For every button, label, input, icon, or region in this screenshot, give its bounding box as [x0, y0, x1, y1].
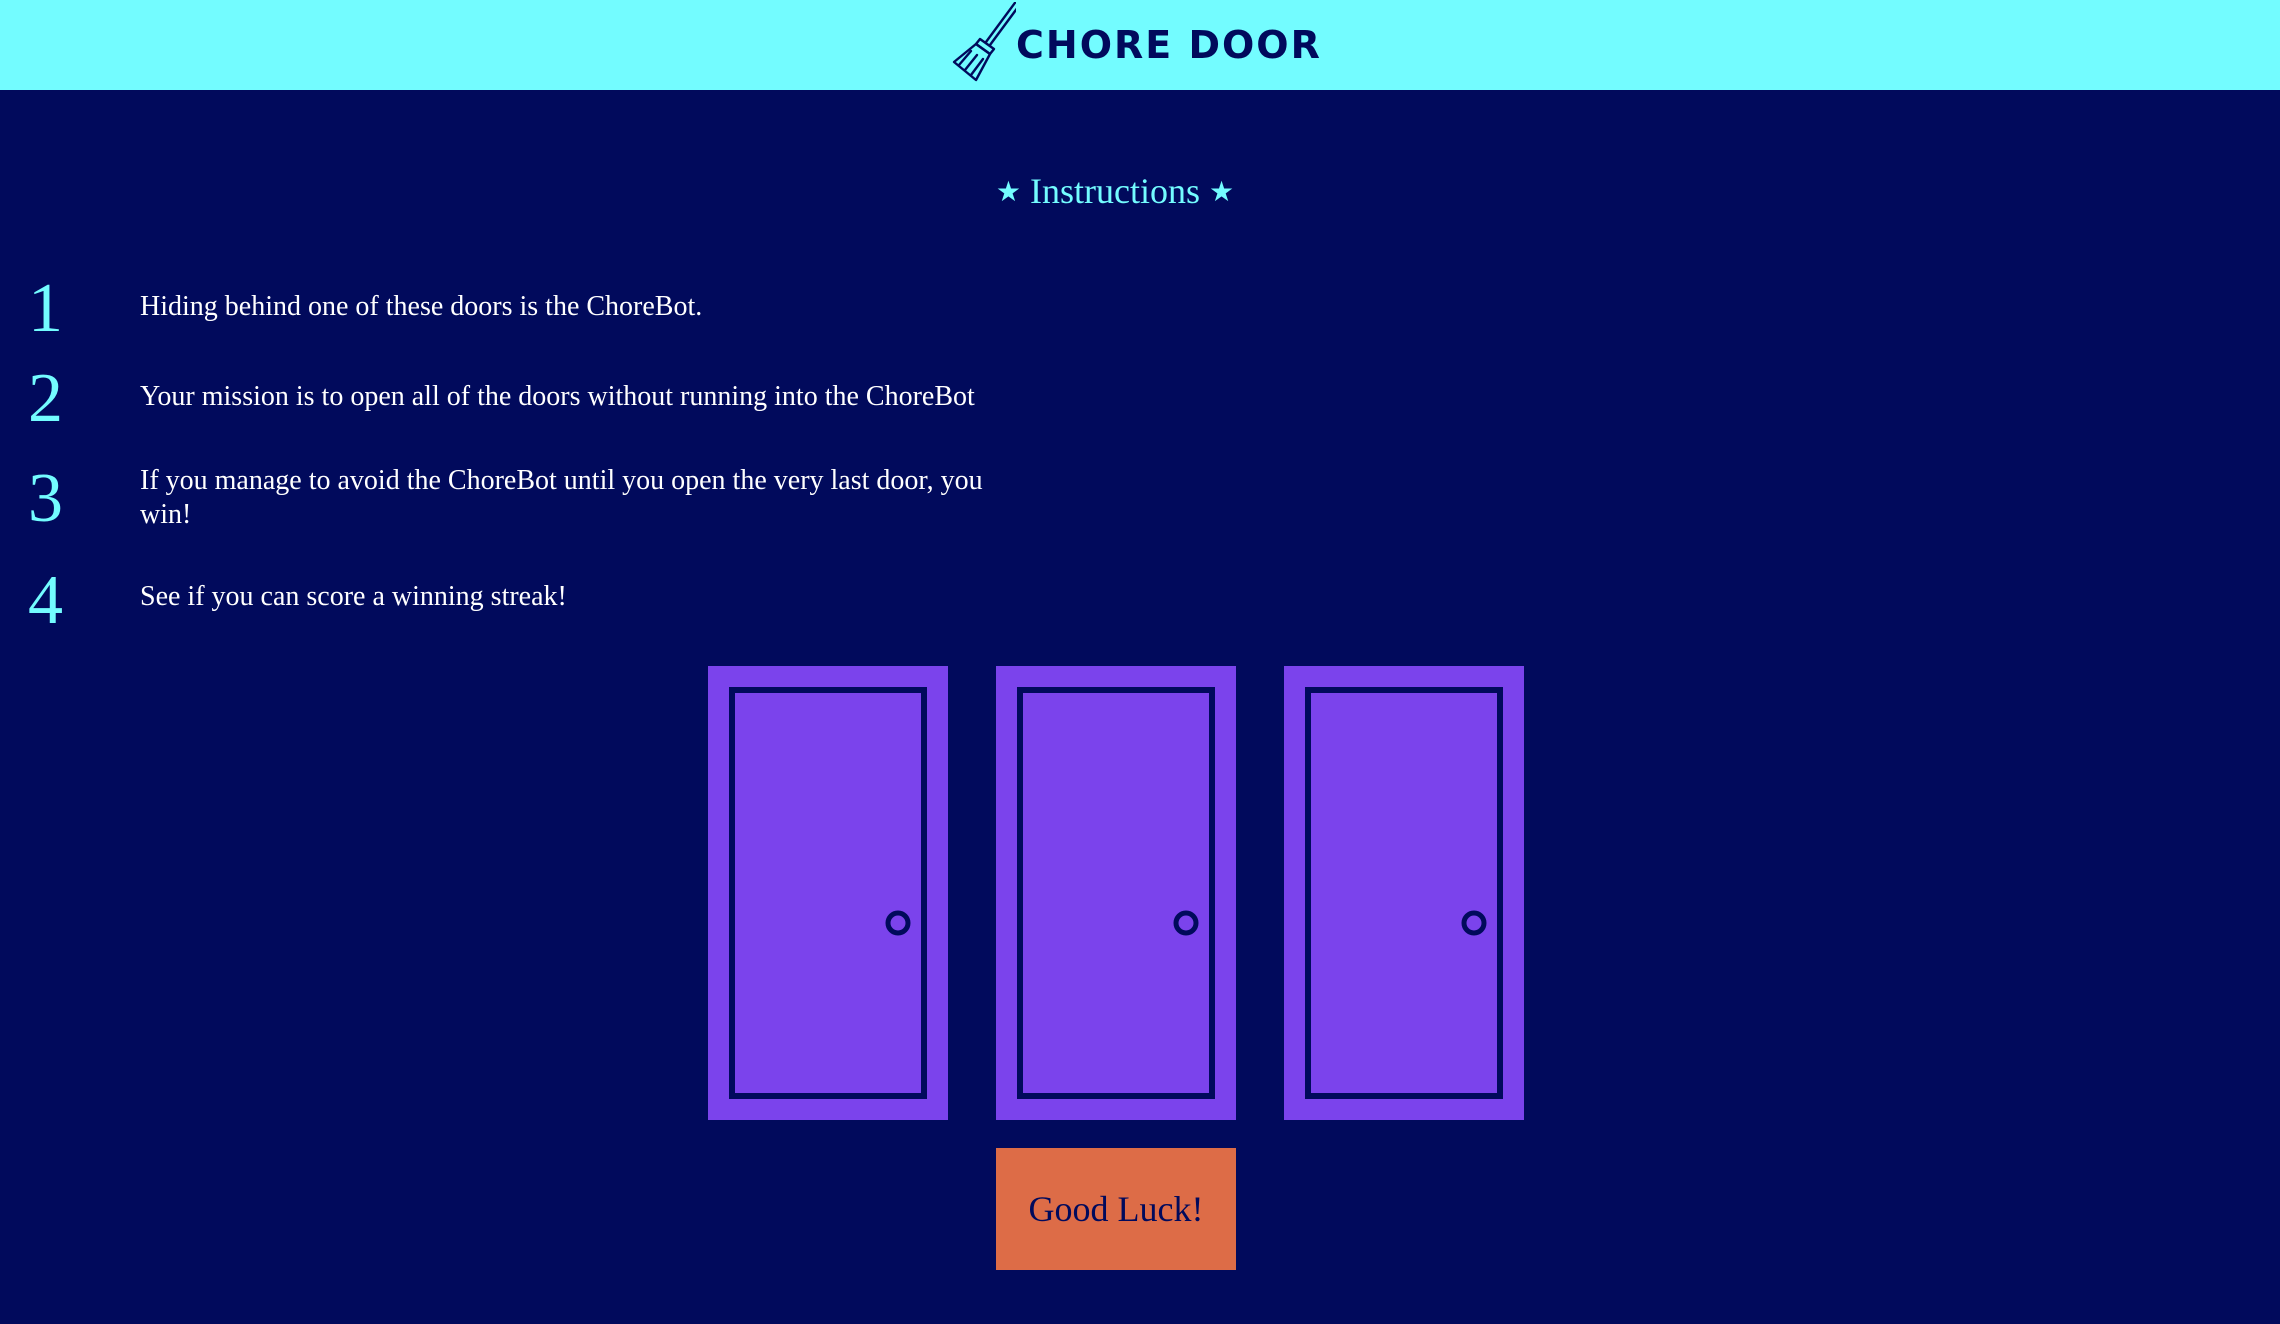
instructions-heading-text: Instructions [1030, 171, 1200, 211]
closed-door-icon [729, 687, 927, 1099]
door-3[interactable] [1284, 666, 1524, 1120]
door-1[interactable] [708, 666, 948, 1120]
door-row [708, 666, 1524, 1120]
app-title: CHORE DOOR [1016, 23, 1322, 67]
start-button[interactable]: Good Luck! [996, 1148, 1236, 1270]
app-header: CHORE DOOR [0, 0, 2280, 90]
step-number: 2 [28, 360, 63, 437]
door-2[interactable] [996, 666, 1236, 1120]
closed-door-icon [1305, 687, 1503, 1099]
logo: CHORE DOOR [950, 0, 1322, 90]
step-number: 4 [28, 562, 63, 639]
step-number: 1 [28, 270, 63, 347]
star-icon: ★ [995, 177, 1021, 208]
step-text: See if you can score a winning streak! [140, 581, 567, 612]
broom-icon [952, 2, 1016, 82]
step-text: Hiding behind one of these doors is the … [140, 291, 703, 322]
step-text: Your mission is to open all of the doors… [140, 381, 975, 412]
star-icon: ★ [1208, 177, 1235, 208]
instructions-heading: ★ Instructions ★ [0, 170, 2230, 212]
step-text: If you manage to avoid the ChoreBot unti… [140, 465, 983, 530]
closed-door-icon [1017, 687, 1215, 1099]
step-number: 3 [28, 460, 63, 537]
